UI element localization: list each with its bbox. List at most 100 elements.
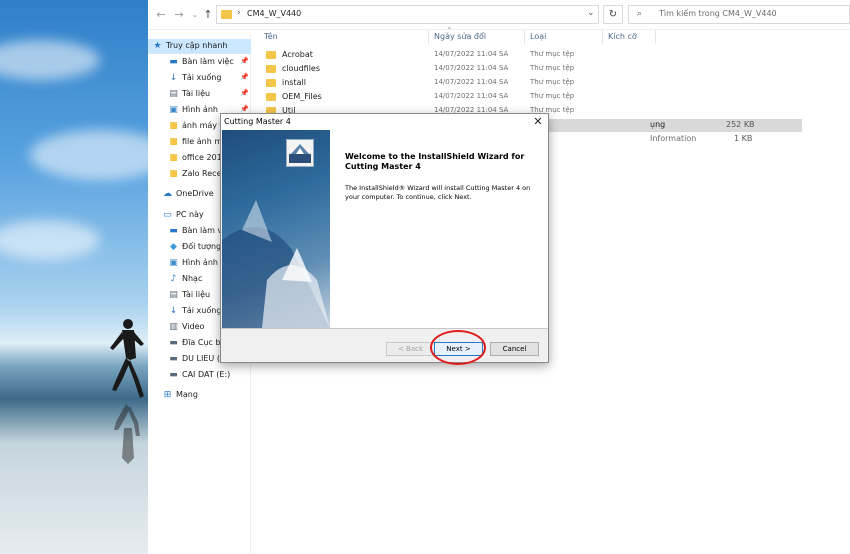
nav-item-label: CAI DAT (E:) [182, 370, 231, 379]
back-arrow-icon[interactable]: ← [154, 8, 168, 22]
file-row[interactable]: Acrobat 14/07/2022 11:04 SA Thư mục tệp [258, 49, 658, 62]
column-divider[interactable] [602, 30, 603, 44]
file-date: 14/07/2022 11:04 SA [434, 78, 509, 86]
installshield-dialog: Cutting Master 4 ✕ Welcome to the Instal… [220, 113, 549, 363]
search-icon: ⌕ [637, 9, 643, 19]
nav-item-label: Tài liệu [182, 290, 211, 299]
refresh-button[interactable]: ↻ [603, 5, 623, 24]
address-path[interactable]: CM4_W_V440 [247, 9, 301, 18]
pin-icon: 📌 [240, 105, 249, 113]
download-icon: ↓ [169, 306, 178, 316]
folder-icon [266, 51, 276, 59]
up-arrow-icon[interactable]: ↑ [201, 8, 215, 22]
nav-item-label: Tài liệu [182, 89, 211, 98]
dialog-footer: < Back Next > Cancel [221, 328, 548, 362]
file-name: cloudfiles [282, 64, 321, 73]
wizard-side-banner [222, 130, 330, 328]
star-icon: ★ [153, 41, 162, 51]
nav-item-label: Nhạc [182, 274, 203, 283]
column-divider[interactable] [428, 30, 429, 44]
file-size: 1 KB [734, 134, 753, 143]
file-type: ụng [650, 120, 666, 129]
nav-quick-access[interactable]: ★ Truy cập nhanh [148, 39, 251, 54]
nav-this-pc-label: PC này [176, 210, 204, 219]
refresh-icon: ↻ [608, 9, 618, 20]
folder-icon [266, 79, 276, 87]
file-row[interactable]: OEM_Files 14/07/2022 11:04 SA Thư mục tệ… [258, 91, 658, 104]
document-icon: ▤ [169, 290, 178, 300]
dialog-titlebar[interactable]: Cutting Master 4 ✕ [221, 114, 548, 130]
picture-icon: ▣ [169, 258, 178, 268]
dialog-title: Cutting Master 4 [224, 117, 291, 126]
folder-icon [221, 10, 232, 19]
file-row[interactable]: cloudfiles 14/07/2022 11:04 SA Thư mục t… [258, 63, 658, 76]
forward-arrow-icon[interactable]: → [172, 8, 186, 22]
nav-network[interactable]: ⊞ Mạng [148, 388, 251, 403]
highlight-circle [430, 330, 486, 365]
nav-item-drive-e[interactable]: ▬ CAI DAT (E:) [148, 368, 251, 383]
installer-logo-icon [286, 139, 314, 167]
drive-icon: ▬ [169, 370, 178, 380]
file-row[interactable]: install 14/07/2022 11:04 SA Thư mục tệp [258, 77, 658, 90]
back-button[interactable]: < Back [386, 342, 435, 356]
column-header-date[interactable]: Ngày sửa đổi [434, 32, 486, 41]
file-date: 14/07/2022 11:04 SA [434, 64, 509, 72]
video-icon: ▥ [169, 322, 178, 332]
pin-icon: 📌 [240, 89, 249, 97]
document-icon: ▤ [169, 89, 178, 99]
wizard-body: Welcome to the InstallShield Wizard for … [330, 130, 548, 328]
desktop-icon: ▬ [169, 226, 178, 236]
pin-icon: 📌 [240, 57, 249, 65]
nav-item-documents[interactable]: ▤ Tài liệu 📌 [148, 87, 251, 102]
music-icon: ♪ [170, 274, 177, 284]
pin-icon: 📌 [240, 73, 249, 81]
wizard-description: The InstallShield® Wizard will install C… [345, 184, 531, 201]
file-type: Thư mục tệp [530, 64, 575, 72]
folder-icon [266, 65, 276, 73]
file-type: Information [650, 134, 697, 143]
chevron-right-icon: › [237, 8, 241, 18]
file-row[interactable]: Information 1 KB [548, 133, 802, 146]
folder-icon [266, 93, 276, 101]
nav-item-label: Hình ảnh [182, 258, 218, 267]
close-icon[interactable]: ✕ [531, 115, 545, 129]
search-placeholder: Tìm kiếm trong CM4_W_V440 [659, 9, 777, 18]
nav-item-desktop[interactable]: ▬ Bàn làm việc 📌 [148, 55, 251, 70]
nav-onedrive-label: OneDrive [176, 189, 214, 198]
computer-icon: ▭ [163, 210, 172, 220]
file-row-selected[interactable]: ụng 252 KB [548, 119, 802, 132]
file-type: Thư mục tệp [530, 78, 575, 86]
column-header-name[interactable]: Tên [264, 32, 278, 41]
address-box[interactable]: › CM4_W_V440 ⌄ [216, 5, 599, 24]
column-header-size[interactable]: Kích cỡ [608, 32, 637, 41]
cloud-icon: ☁ [163, 189, 172, 199]
file-type: Thư mục tệp [530, 92, 575, 100]
nav-item-label: Hình ảnh [182, 105, 218, 114]
cancel-button[interactable]: Cancel [490, 342, 539, 356]
recent-dropdown-icon[interactable]: ⌄ [188, 8, 202, 22]
folder-icon: ■ [169, 153, 178, 163]
address-bar-area: ← → ⌄ ↑ › CM4_W_V440 ⌄ ↻ ⌕ Tìm kiếm tron… [148, 0, 850, 30]
chevron-down-icon[interactable]: ⌄ [587, 8, 595, 18]
nav-network-label: Mạng [176, 390, 198, 399]
file-type: Thư mục tệp [530, 50, 575, 58]
file-name: Acrobat [282, 50, 313, 59]
nav-quick-access-label: Truy cập nhanh [166, 41, 228, 50]
nav-item-downloads[interactable]: ↓ Tải xuống 📌 [148, 71, 251, 86]
network-icon: ⊞ [163, 390, 172, 400]
desktop-wallpaper [0, 0, 148, 554]
picture-icon: ▣ [169, 105, 178, 115]
file-date: 14/07/2022 11:04 SA [434, 50, 509, 58]
download-icon: ↓ [169, 73, 178, 83]
nav-item-label: Bàn làm việc [182, 57, 234, 66]
search-input[interactable]: ⌕ Tìm kiếm trong CM4_W_V440 [628, 5, 850, 24]
column-header-type[interactable]: Loại [530, 32, 546, 41]
column-divider[interactable] [655, 30, 656, 44]
file-name: OEM_Files [282, 92, 322, 101]
nav-item-label: Video [182, 322, 205, 331]
nav-item-label: Tải xuống [182, 306, 222, 315]
runner-silhouette [110, 319, 144, 464]
file-name: install [282, 78, 306, 87]
column-divider[interactable] [524, 30, 525, 44]
folder-icon: ■ [169, 121, 178, 131]
